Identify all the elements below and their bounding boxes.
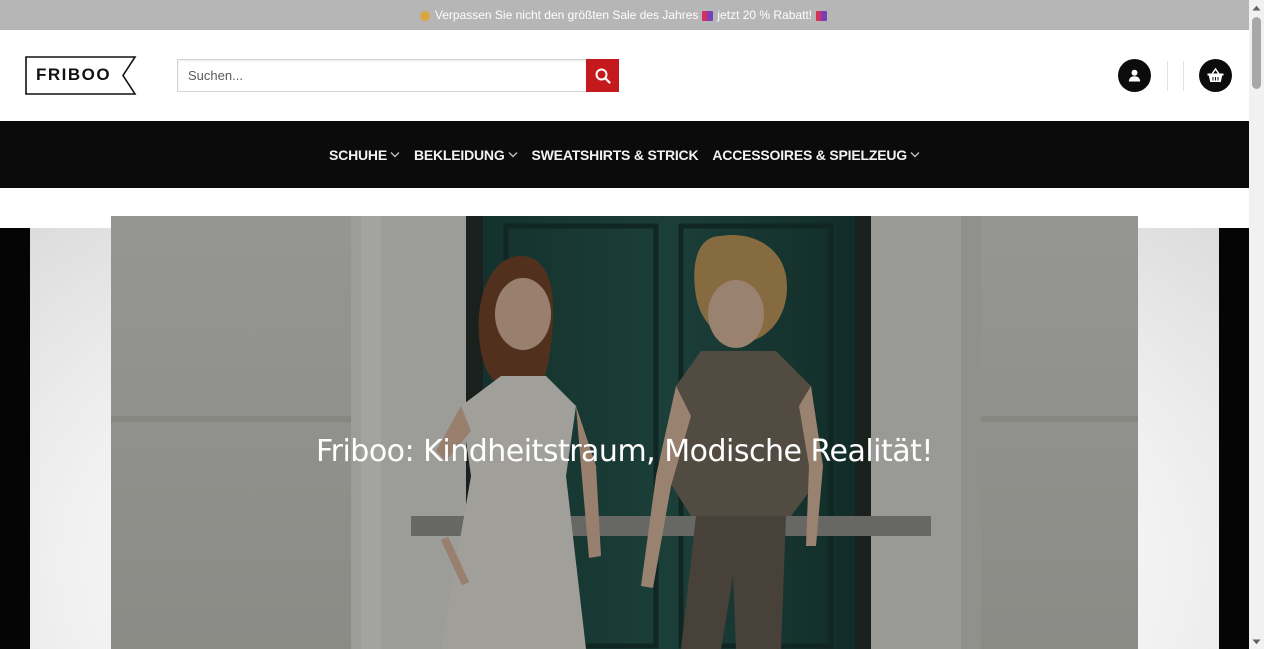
nav-item-sweatshirts-strick[interactable]: SWEATSHIRTS & STRICK: [532, 147, 699, 163]
main-nav: SCHUHE BEKLEIDUNG SWEATSHIRTS & STRICK A…: [0, 121, 1249, 188]
search-input[interactable]: [177, 59, 587, 92]
site-header: FRIBOO: [0, 30, 1249, 121]
search-icon: [595, 68, 611, 84]
money-bag-icon: [419, 11, 430, 21]
chevron-down-icon: [910, 152, 920, 158]
nav-item-label: SWEATSHIRTS & STRICK: [531, 146, 699, 163]
cart-button[interactable]: [1199, 59, 1232, 92]
arrow-up-icon: [1252, 5, 1261, 10]
header-divider: [1167, 61, 1168, 91]
announcement-text: Verpassen Sie nicht den größten Sale des…: [434, 8, 699, 22]
vertical-scrollbar[interactable]: [1249, 0, 1264, 649]
arrow-down-icon: [1252, 639, 1261, 644]
scroll-thumb[interactable]: [1252, 17, 1261, 89]
announcement-discount: jetzt 20 % Rabatt!: [717, 8, 813, 22]
nav-item-bekleidung[interactable]: BEKLEIDUNG: [414, 147, 518, 163]
hero-side-panel: [0, 228, 30, 649]
nav-item-label: SCHUHE: [329, 146, 387, 163]
gift-icon: [702, 11, 714, 21]
nav-item-schuhe[interactable]: SCHUHE: [329, 147, 400, 163]
announcement-bar: Verpassen Sie nicht den größten Sale des…: [0, 0, 1249, 30]
chevron-down-icon: [390, 152, 400, 158]
scroll-up-button[interactable]: [1249, 0, 1264, 15]
basket-icon: [1207, 68, 1224, 82]
hero-title: Friboo: Kindheitstraum, Modische Realitä…: [316, 434, 933, 469]
page: Verpassen Sie nicht den größten Sale des…: [0, 0, 1249, 649]
nav-item-accessoires-spielzeug[interactable]: ACCESSOIRES & SPIELZEUG: [712, 147, 920, 163]
logo-text: FRIBOO: [36, 65, 112, 84]
hero-banner[interactable]: Friboo: Kindheitstraum, Modische Realitä…: [111, 216, 1138, 649]
hero-side-panel: [1219, 228, 1249, 649]
header-divider: [1183, 61, 1184, 91]
nav-item-label: ACCESSOIRES & SPIELZEUG: [712, 146, 907, 163]
search-form: [177, 59, 619, 92]
account-button[interactable]: [1118, 59, 1151, 92]
chevron-down-icon: [508, 152, 518, 158]
friboo-logo[interactable]: FRIBOO: [25, 56, 137, 95]
gift-icon: [816, 11, 828, 21]
scroll-down-button[interactable]: [1249, 634, 1264, 649]
search-button[interactable]: [586, 59, 619, 92]
user-icon: [1128, 69, 1141, 82]
hero-overlay: [111, 216, 1138, 649]
nav-item-label: BEKLEIDUNG: [413, 146, 505, 163]
